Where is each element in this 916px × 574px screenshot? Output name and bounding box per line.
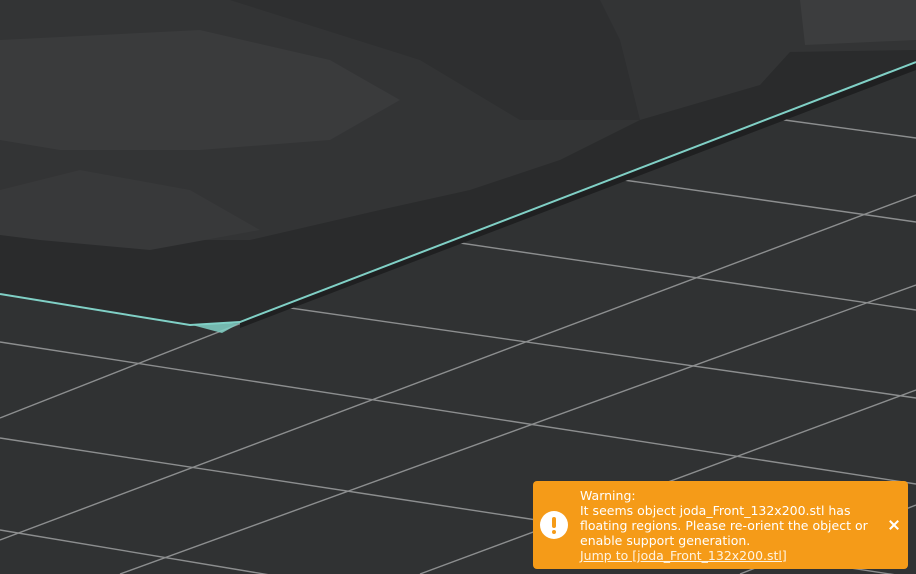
warning-text-line1: It seems object joda_Front_132x200.stl h…	[580, 503, 851, 518]
jump-to-object-link[interactable]: Jump to [joda_Front_132x200.stl]	[580, 548, 787, 563]
warning-text-line3: enable support generation.	[580, 533, 751, 548]
warning-icon	[540, 511, 568, 539]
warning-message: Warning: It seems object joda_Front_132x…	[580, 488, 870, 563]
warning-text-line2: floating regions. Please re-orient the o…	[580, 518, 868, 533]
close-icon[interactable]	[886, 517, 902, 533]
warning-title: Warning:	[580, 488, 636, 503]
floating-region-warning: Warning: It seems object joda_Front_132x…	[533, 481, 908, 569]
